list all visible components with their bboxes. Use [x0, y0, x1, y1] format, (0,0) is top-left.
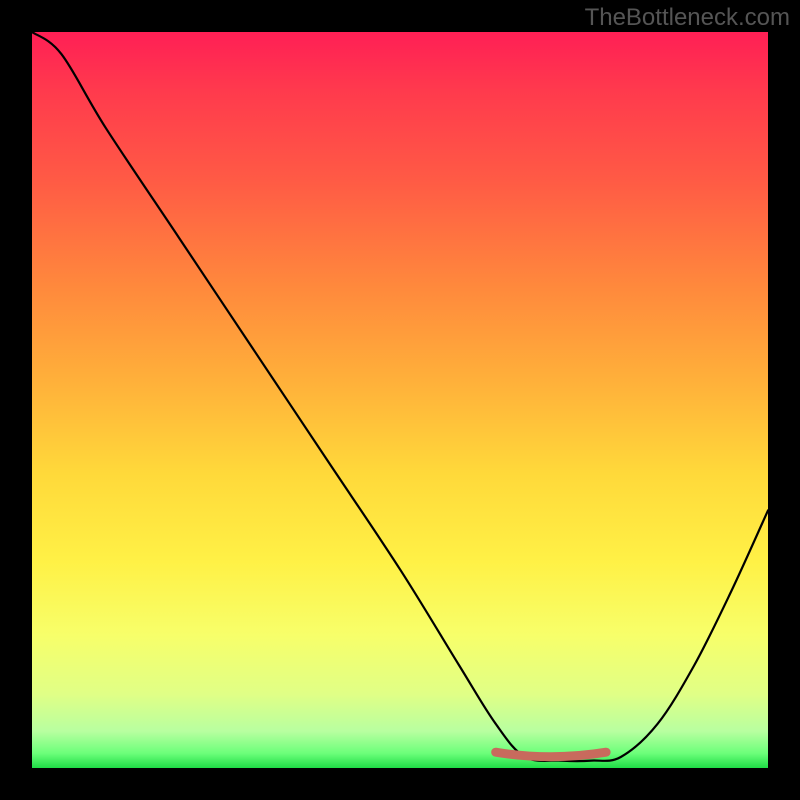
bottleneck-curve: [32, 32, 768, 761]
watermark-text: TheBottleneck.com: [585, 4, 790, 32]
plot-area: [32, 32, 768, 768]
optimal-flat-region: [496, 752, 606, 757]
curve-layer: [32, 32, 768, 768]
chart-container: TheBottleneck.com: [0, 0, 800, 800]
